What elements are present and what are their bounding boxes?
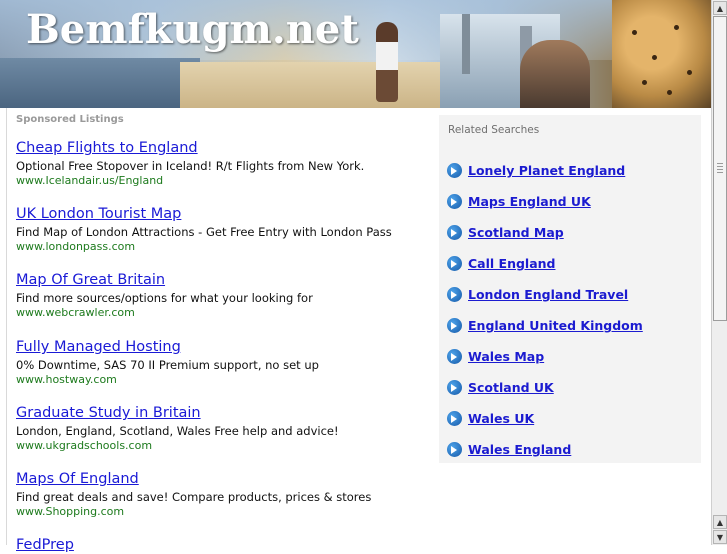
scroll-down-icon[interactable]: ▼ (713, 530, 727, 544)
arrow-circle-icon (447, 349, 462, 364)
arrow-circle-icon (447, 256, 462, 271)
related-search-item[interactable]: London England Travel (447, 284, 628, 302)
related-search-link[interactable]: Wales UK (468, 411, 534, 426)
arrow-circle-icon (447, 225, 462, 240)
related-search-item[interactable]: Wales Map (447, 346, 544, 364)
related-search-link[interactable]: Lonely Planet England (468, 163, 625, 178)
listing-title-link[interactable]: UK London Tourist Map (16, 205, 436, 223)
arrow-circle-icon (447, 163, 462, 178)
listing-url-link[interactable]: www.webcrawler.com (16, 306, 436, 320)
listing-title-link[interactable]: Map Of Great Britain (16, 271, 436, 289)
beach-figure-image (376, 22, 398, 102)
listing-url-link[interactable]: www.Shopping.com (16, 505, 436, 519)
related-searches-panel: Related Searches Lonely Planet England M… (439, 115, 701, 463)
listing-title-link[interactable]: Cheap Flights to England (16, 139, 436, 157)
sponsored-listings-heading: Sponsored Listings (16, 114, 124, 125)
arrow-circle-icon (447, 194, 462, 209)
scrollbar-thumb[interactable] (713, 16, 727, 321)
arrow-circle-icon (447, 442, 462, 457)
listing-title-link[interactable]: Maps Of England (16, 470, 436, 488)
listing-description: Find great deals and save! Compare produ… (16, 490, 372, 504)
listing: Maps Of England Find great deals and sav… (16, 470, 436, 519)
scroll-down-icon[interactable]: ▲ (713, 515, 727, 529)
header-banner: Bemfkugm.net (0, 0, 711, 108)
related-search-item[interactable]: Maps England UK (447, 191, 591, 209)
listing: Graduate Study in Britain London, Englan… (16, 404, 436, 453)
listing-description: Optional Free Stopover in Iceland! R/t F… (16, 159, 365, 173)
listing-title-link[interactable]: Graduate Study in Britain (16, 404, 436, 422)
grip-icon (717, 163, 723, 175)
related-search-link[interactable]: Scotland UK (468, 380, 554, 395)
related-searches-heading: Related Searches (448, 124, 540, 136)
related-search-link[interactable]: England United Kingdom (468, 318, 643, 333)
listing: Fully Managed Hosting 0% Downtime, SAS 7… (16, 338, 436, 387)
arrow-circle-icon (447, 411, 462, 426)
vertical-scrollbar[interactable]: ▲ ▲ ▼ (711, 0, 727, 545)
arrow-circle-icon (447, 318, 462, 333)
content-area: Sponsored Listings Cheap Flights to Engl… (6, 108, 706, 553)
scroll-up-icon[interactable]: ▲ (713, 1, 727, 15)
related-search-link[interactable]: Maps England UK (468, 194, 591, 209)
listing: UK London Tourist Map Find Map of London… (16, 205, 436, 254)
listing-url-link[interactable]: www.Icelandair.us/England (16, 174, 436, 188)
listing-url-link[interactable]: www.ukgradschools.com (16, 439, 436, 453)
cheetah-image (612, 0, 711, 108)
related-search-link[interactable]: Wales England (468, 442, 571, 457)
site-title[interactable]: Bemfkugm.net (26, 6, 359, 53)
couple-image (520, 40, 590, 108)
listing-description: 0% Downtime, SAS 70 II Premium support, … (16, 358, 319, 372)
related-search-item[interactable]: Scotland UK (447, 377, 554, 395)
listing-description: Find more sources/options for what your … (16, 291, 313, 305)
related-search-item[interactable]: Wales UK (447, 408, 534, 426)
listing: Map Of Great Britain Find more sources/o… (16, 271, 436, 320)
related-search-link[interactable]: London England Travel (468, 287, 628, 302)
listing-url-link[interactable]: www.londonpass.com (16, 240, 436, 254)
listing-url-link[interactable]: www.hostway.com (16, 373, 436, 387)
related-search-item[interactable]: England United Kingdom (447, 315, 643, 333)
arrow-circle-icon (447, 380, 462, 395)
related-search-link[interactable]: Scotland Map (468, 225, 564, 240)
related-search-item[interactable]: Scotland Map (447, 222, 564, 240)
listing-description: Find Map of London Attractions - Get Fre… (16, 225, 392, 239)
listing-title-link[interactable]: FedPrep (16, 536, 436, 554)
listing: Cheap Flights to England Optional Free S… (16, 139, 436, 188)
listing: FedPrep (16, 536, 436, 554)
related-search-link[interactable]: Wales Map (468, 349, 544, 364)
arrow-circle-icon (447, 287, 462, 302)
related-search-item[interactable]: Wales England (447, 439, 571, 457)
related-search-item[interactable]: Call England (447, 253, 555, 271)
related-search-link[interactable]: Call England (468, 256, 555, 271)
listing-description: London, England, Scotland, Wales Free he… (16, 424, 339, 438)
listing-title-link[interactable]: Fully Managed Hosting (16, 338, 436, 356)
related-search-item[interactable]: Lonely Planet England (447, 160, 625, 178)
